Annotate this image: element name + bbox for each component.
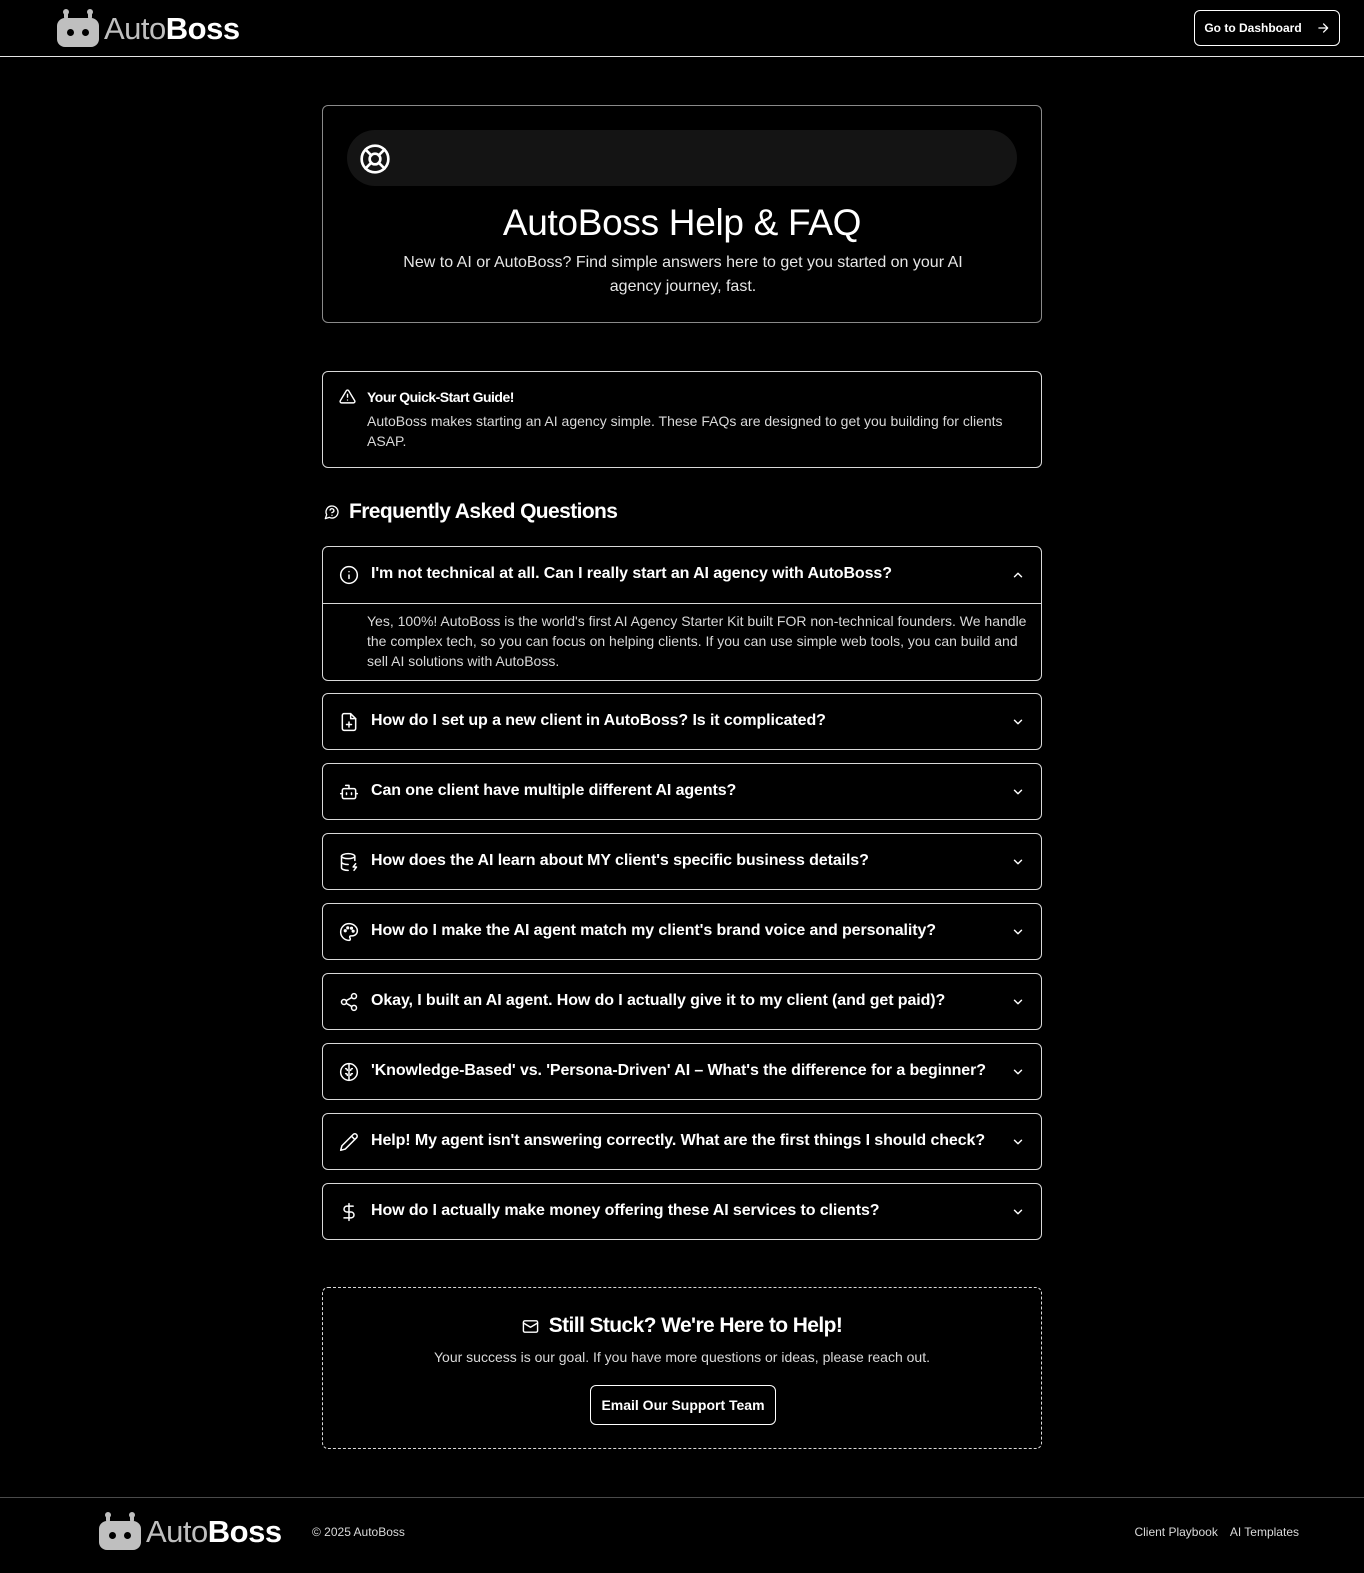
share-icon: [339, 992, 359, 1012]
faq-item[interactable]: How does the AI learn about MY client's …: [322, 833, 1042, 890]
faq-item[interactable]: How do I actually make money offering th…: [322, 1183, 1042, 1240]
faq-question: Can one client have multiple different A…: [371, 782, 737, 799]
chevron-up-icon: [1011, 568, 1025, 582]
faq-question-toggle[interactable]: 'Knowledge-Based' vs. 'Persona-Driven' A…: [323, 1044, 1041, 1100]
chevron-down-icon: [1011, 715, 1025, 729]
chevron-down-icon: [1011, 1135, 1025, 1149]
support-title-row: Still Stuck? We're Here to Help!: [323, 1314, 1041, 1338]
faq-question-toggle[interactable]: Can one client have multiple different A…: [323, 764, 1041, 820]
faq-divider: [323, 603, 1041, 604]
brain-icon: [339, 1062, 359, 1082]
faq-item[interactable]: Can one client have multiple different A…: [322, 763, 1042, 820]
faq-question-toggle[interactable]: How do I set up a new client in AutoBoss…: [323, 694, 1041, 750]
go-to-dashboard-button[interactable]: Go to Dashboard: [1194, 10, 1340, 46]
support-text: Your success is our goal. If you have mo…: [434, 1349, 930, 1365]
file-plus-icon: [339, 712, 359, 732]
dollar-icon: [339, 1202, 359, 1222]
mail-icon: [522, 1318, 539, 1335]
logo-wordmark: AutoBoss: [104, 11, 240, 46]
faq-item[interactable]: How do I make the AI agent match my clie…: [322, 903, 1042, 960]
footer: AutoBoss © 2025 AutoBoss Client Playbook…: [0, 1497, 1364, 1573]
faq-question-toggle[interactable]: Okay, I built an AI agent. How do I actu…: [323, 974, 1041, 1030]
footer-link-client-playbook[interactable]: Client Playbook: [1134, 1525, 1217, 1539]
bot-icon: [339, 782, 359, 802]
warning-triangle-icon: [339, 388, 356, 405]
faq-question-toggle[interactable]: How do I make the AI agent match my clie…: [323, 904, 1041, 960]
robot-logo-icon: [57, 9, 99, 47]
chevron-down-icon: [1011, 1065, 1025, 1079]
footer-links: Client Playbook AI Templates: [1134, 1525, 1299, 1539]
faq-heading: Frequently Asked Questions: [324, 500, 618, 524]
chevron-down-icon: [1011, 925, 1025, 939]
quickstart-alert: Your Quick-Start Guide! AutoBoss makes s…: [322, 371, 1042, 468]
top-navbar: AutoBoss Go to Dashboard: [0, 0, 1364, 57]
faq-question: Help! My agent isn't answering correctly…: [371, 1132, 985, 1149]
faq-question-toggle[interactable]: How does the AI learn about MY client's …: [323, 834, 1041, 890]
faq-item[interactable]: Okay, I built an AI agent. How do I actu…: [322, 973, 1042, 1030]
chevron-down-icon: [1011, 1205, 1025, 1219]
faq-answer: Yes, 100%! AutoBoss is the world's first…: [367, 613, 1027, 669]
chevron-down-icon: [1011, 855, 1025, 869]
email-support-button[interactable]: Email Our Support Team: [590, 1385, 776, 1425]
support-card: Still Stuck? We're Here to Help! Your su…: [322, 1287, 1042, 1449]
faq-question: Okay, I built an AI agent. How do I actu…: [371, 992, 946, 1009]
info-circle-icon: [339, 565, 359, 585]
faq-question-toggle[interactable]: How do I actually make money offering th…: [323, 1184, 1041, 1240]
quickstart-title: Your Quick-Start Guide!: [367, 389, 514, 405]
database-icon: [339, 852, 359, 872]
faq-question: How do I make the AI agent match my clie…: [371, 922, 936, 939]
chevron-down-icon: [1011, 995, 1025, 1009]
faq-question: I'm not technical at all. Can I really s…: [371, 565, 892, 582]
page-subtitle: New to AI or AutoBoss? Find simple answe…: [403, 254, 963, 295]
footer-link-ai-templates[interactable]: AI Templates: [1230, 1525, 1299, 1539]
hero-card: AutoBoss Help & FAQ New to AI or AutoBos…: [322, 105, 1042, 323]
faq-question: How do I set up a new client in AutoBoss…: [371, 712, 826, 729]
footer-logo[interactable]: AutoBoss: [99, 1512, 282, 1550]
faq-item: I'm not technical at all. Can I really s…: [322, 546, 1042, 681]
arrow-right-icon: [1316, 21, 1330, 35]
autoboss-logo[interactable]: AutoBoss: [57, 9, 240, 47]
quickstart-text: AutoBoss makes starting an AI agency sim…: [367, 413, 1003, 449]
faq-question-toggle[interactable]: Help! My agent isn't answering correctly…: [323, 1114, 1041, 1170]
dashboard-button-label: Go to Dashboard: [1204, 21, 1302, 35]
faq-question: How does the AI learn about MY client's …: [371, 852, 869, 869]
page-title: AutoBoss Help & FAQ: [502, 202, 862, 243]
message-question-icon: [324, 504, 340, 520]
robot-logo-icon: [99, 1512, 141, 1550]
faq-item[interactable]: How do I set up a new client in AutoBoss…: [322, 693, 1042, 750]
support-title: Still Stuck? We're Here to Help!: [548, 1314, 843, 1337]
life-buoy-icon: [359, 143, 391, 175]
faq-question-toggle[interactable]: I'm not technical at all. Can I really s…: [323, 547, 1041, 603]
palette-icon: [339, 922, 359, 942]
faq-question: 'Knowledge-Based' vs. 'Persona-Driven' A…: [371, 1062, 986, 1079]
copyright-text: © 2025 AutoBoss: [312, 1525, 405, 1539]
pencil-icon: [339, 1132, 359, 1152]
chevron-down-icon: [1011, 785, 1025, 799]
faq-question: How do I actually make money offering th…: [371, 1202, 880, 1219]
logo-wordmark: AutoBoss: [146, 1514, 282, 1549]
hero-icon-pill: [347, 130, 1017, 186]
faq-item[interactable]: 'Knowledge-Based' vs. 'Persona-Driven' A…: [322, 1043, 1042, 1100]
faq-heading-text: Frequently Asked Questions: [349, 500, 618, 523]
faq-item[interactable]: Help! My agent isn't answering correctly…: [322, 1113, 1042, 1170]
